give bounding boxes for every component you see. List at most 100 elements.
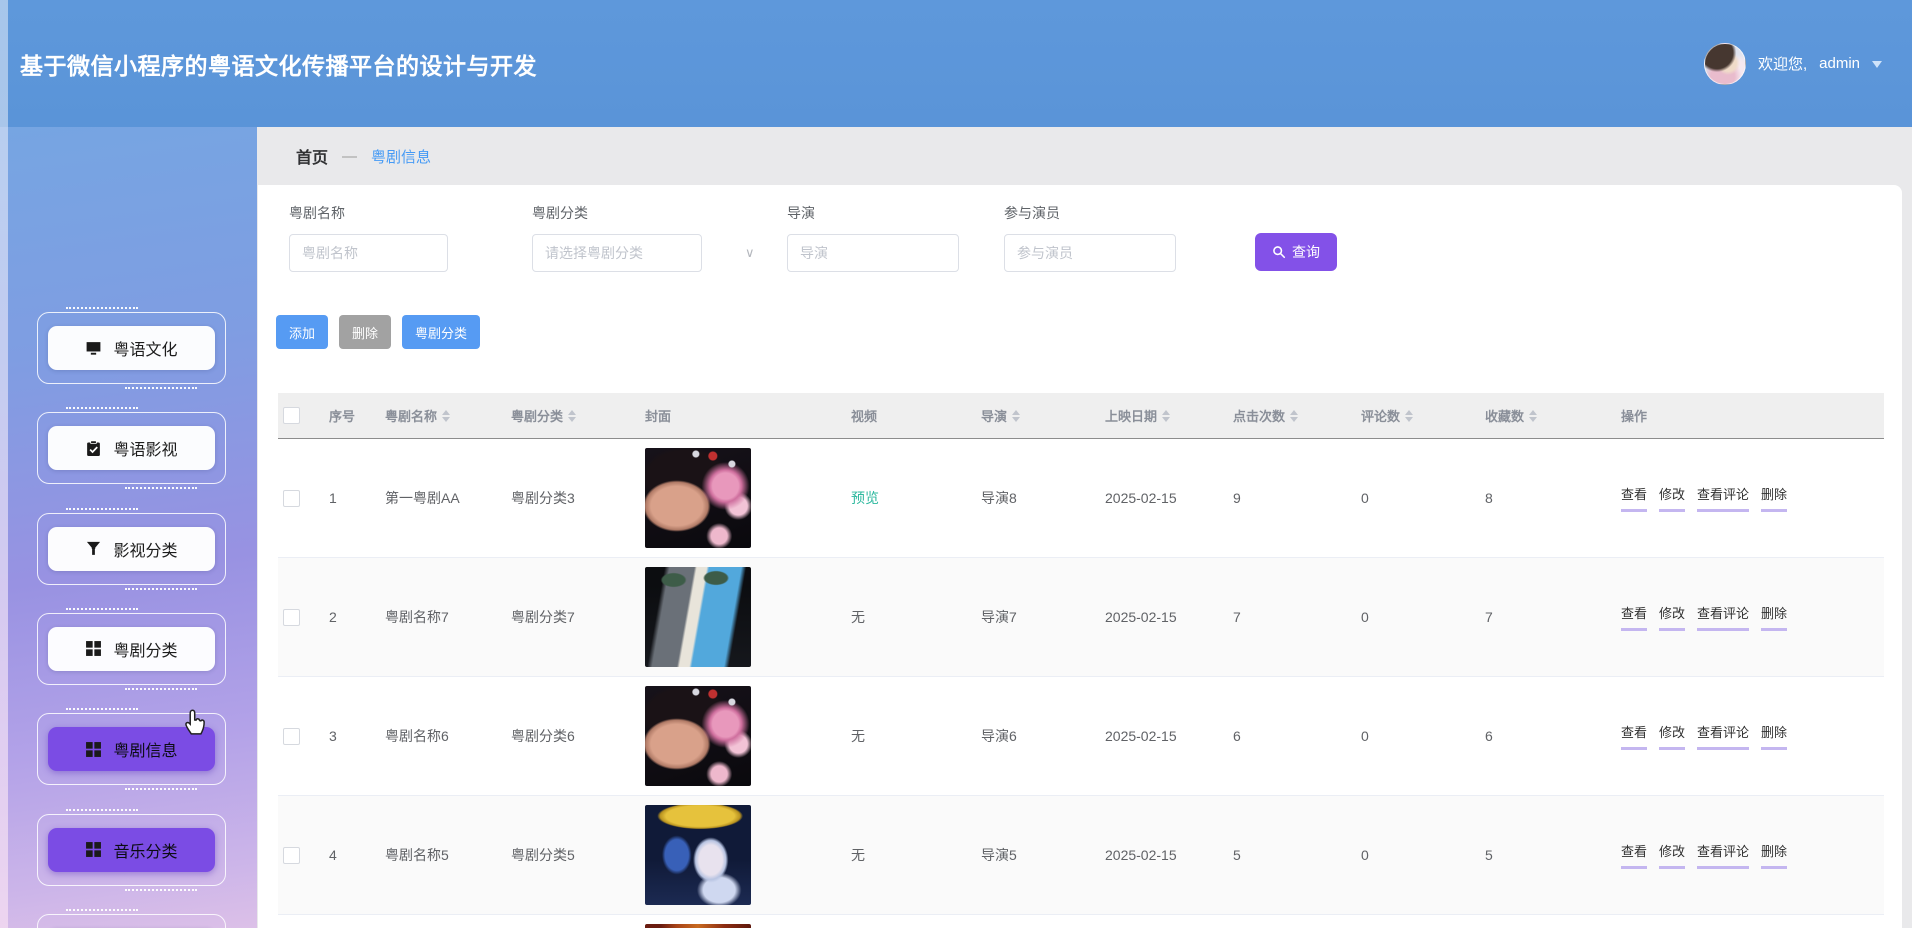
cell-opera-category: 粤剧分类3 [506, 438, 640, 558]
cover-umbrella-scene [645, 805, 751, 905]
sidebar-item-opera-info[interactable]: 粤剧信息 [37, 708, 226, 791]
cell-favorites: 7 [1480, 557, 1616, 677]
add-button[interactable]: 添加 [276, 315, 329, 349]
cell-release-date [1100, 914, 1228, 928]
breadcrumb-current[interactable]: 粤剧信息 [371, 146, 431, 167]
sidebar-item-cantonese-culture[interactable]: 粤语文化 [37, 307, 226, 389]
sidebar-item-music-info[interactable]: 音乐信息 [37, 908, 226, 928]
sort-caret-icon [1012, 406, 1021, 426]
header-bar: 基于微信小程序的粤语文化传播平台的设计与开发 欢迎您, admin [0, 0, 1912, 127]
action-view-button[interactable]: 查看 [1621, 722, 1648, 750]
actor-input[interactable] [1004, 234, 1176, 272]
menu-button[interactable]: 音乐分类 [48, 827, 215, 872]
menu-button[interactable]: 粤语影视 [48, 426, 215, 471]
director-input[interactable] [787, 234, 959, 272]
menu-button[interactable]: 影视分类 [48, 526, 215, 571]
column-header-clicks[interactable]: 点击次数 [1228, 393, 1356, 439]
column-header-comments[interactable]: 评论数 [1356, 393, 1480, 439]
column-label: 粤剧名称 [385, 409, 438, 424]
user-menu[interactable]: 欢迎您, admin [1703, 0, 1882, 127]
column-header-index: 序号 [324, 393, 380, 439]
menu-button[interactable]: 粤语文化 [48, 326, 215, 370]
table-row: 1 第一粤剧AA 粤剧分类3 预览 导演8 2025-02-15 9 0 8 查… [278, 438, 1884, 558]
cell-opera-category: 粤剧分类6 [506, 676, 640, 796]
search-field-opera-name: 粤剧名称 [289, 203, 448, 272]
cell-index: 1 [324, 438, 380, 558]
action-view-comments-button[interactable]: 查看评论 [1697, 841, 1750, 869]
action-delete-button[interactable]: 删除 [1761, 841, 1788, 869]
cell-clicks: 9 [1228, 438, 1356, 558]
cell-clicks: 5 [1228, 795, 1356, 915]
cell-opera-name: 第一粤剧AA [380, 438, 506, 558]
query-button[interactable]: 查询 [1255, 233, 1337, 271]
row-checkbox[interactable] [283, 727, 300, 745]
row-checkbox[interactable] [283, 489, 300, 507]
cover-two-performers [645, 567, 751, 667]
cell-clicks: 6 [1228, 676, 1356, 796]
sidebar-item-label: 粤语影视 [113, 442, 178, 460]
action-view-comments-button[interactable]: 查看评论 [1697, 484, 1750, 512]
action-edit-button[interactable]: 修改 [1659, 722, 1686, 750]
breadcrumb-separator: — [342, 147, 358, 165]
column-header-category[interactable]: 粤剧分类 [506, 393, 640, 439]
opera-category-select[interactable] [532, 234, 702, 272]
username: admin [1819, 55, 1860, 72]
cell-video[interactable]: 预览 [851, 490, 879, 506]
action-view-comments-button[interactable]: 查看评论 [1697, 722, 1750, 750]
sidebar-item-cantonese-film[interactable]: 粤语影视 [37, 407, 226, 490]
action-delete-button[interactable]: 删除 [1761, 722, 1788, 750]
chevron-down-icon [1872, 61, 1882, 73]
cell-favorites: 5 [1480, 795, 1616, 915]
column-label: 封面 [645, 409, 672, 424]
search-field-label: 参与演员 [1004, 205, 1060, 221]
column-header-director[interactable]: 导演 [976, 393, 1100, 439]
cover-opera-face [645, 686, 751, 786]
action-view-button[interactable]: 查看 [1621, 841, 1648, 869]
sidebar-item-label: 音乐分类 [113, 843, 178, 861]
column-header-date[interactable]: 上映日期 [1100, 393, 1228, 439]
sort-caret-icon [442, 406, 451, 426]
action-delete-button[interactable]: 删除 [1761, 484, 1788, 512]
row-checkbox[interactable] [283, 846, 300, 864]
column-header-actions: 操作 [1616, 393, 1884, 439]
sidebar-item-label: 影视分类 [113, 542, 178, 560]
sort-caret-icon [1162, 406, 1171, 426]
cover-opera-face [645, 448, 751, 548]
column-header-video: 视频 [846, 393, 976, 439]
opera-table: 序号 粤剧名称 粤剧分类 封面 视频 导演 上映日期 点击次数 评论数 收藏数 操作 1 第一粤剧A… [278, 393, 1884, 928]
sidebar-item-opera-category[interactable]: 粤剧分类 [37, 607, 226, 690]
menu-button[interactable]: 粤剧分类 [48, 626, 215, 671]
row-checkbox[interactable] [283, 608, 300, 626]
sort-caret-icon [1405, 406, 1414, 426]
delete-button[interactable]: 删除 [339, 315, 392, 349]
action-edit-button[interactable]: 修改 [1659, 841, 1686, 869]
column-label: 评论数 [1361, 409, 1401, 424]
opera-category-button[interactable]: 粤剧分类 [402, 315, 481, 349]
cell-comments [1356, 914, 1480, 928]
sort-caret-icon [1290, 406, 1299, 426]
search-field-actor: 参与演员 [1004, 203, 1176, 272]
sidebar-item-music-category[interactable]: 音乐分类 [37, 808, 226, 891]
select-all-checkbox[interactable] [283, 407, 300, 424]
action-view-button[interactable]: 查看 [1621, 603, 1648, 631]
row-actions: 查看 修改 查看评论 删除 [1621, 841, 1884, 869]
sort-caret-icon [1529, 406, 1538, 426]
action-view-button[interactable]: 查看 [1621, 484, 1648, 512]
search-field-label: 粤剧名称 [289, 205, 345, 221]
opera-name-input[interactable] [289, 234, 448, 272]
action-edit-button[interactable]: 修改 [1659, 484, 1686, 512]
avatar[interactable] [1703, 42, 1746, 85]
sidebar-item-film-category[interactable]: 影视分类 [37, 507, 226, 590]
action-edit-button[interactable]: 修改 [1659, 603, 1686, 631]
cell-release-date: 2025-02-15 [1100, 557, 1228, 677]
column-label: 收藏数 [1485, 409, 1525, 424]
action-delete-button[interactable]: 删除 [1761, 603, 1788, 631]
clipboard-check-icon [85, 440, 102, 457]
cover-red-scene [645, 924, 751, 928]
column-header-name[interactable]: 粤剧名称 [380, 393, 506, 439]
action-view-comments-button[interactable]: 查看评论 [1697, 603, 1750, 631]
column-label: 序号 [329, 409, 356, 424]
column-header-favorites[interactable]: 收藏数 [1480, 393, 1616, 439]
search-field-director: 导演 [787, 203, 959, 272]
menu-button[interactable]: 粤剧信息 [48, 727, 215, 772]
